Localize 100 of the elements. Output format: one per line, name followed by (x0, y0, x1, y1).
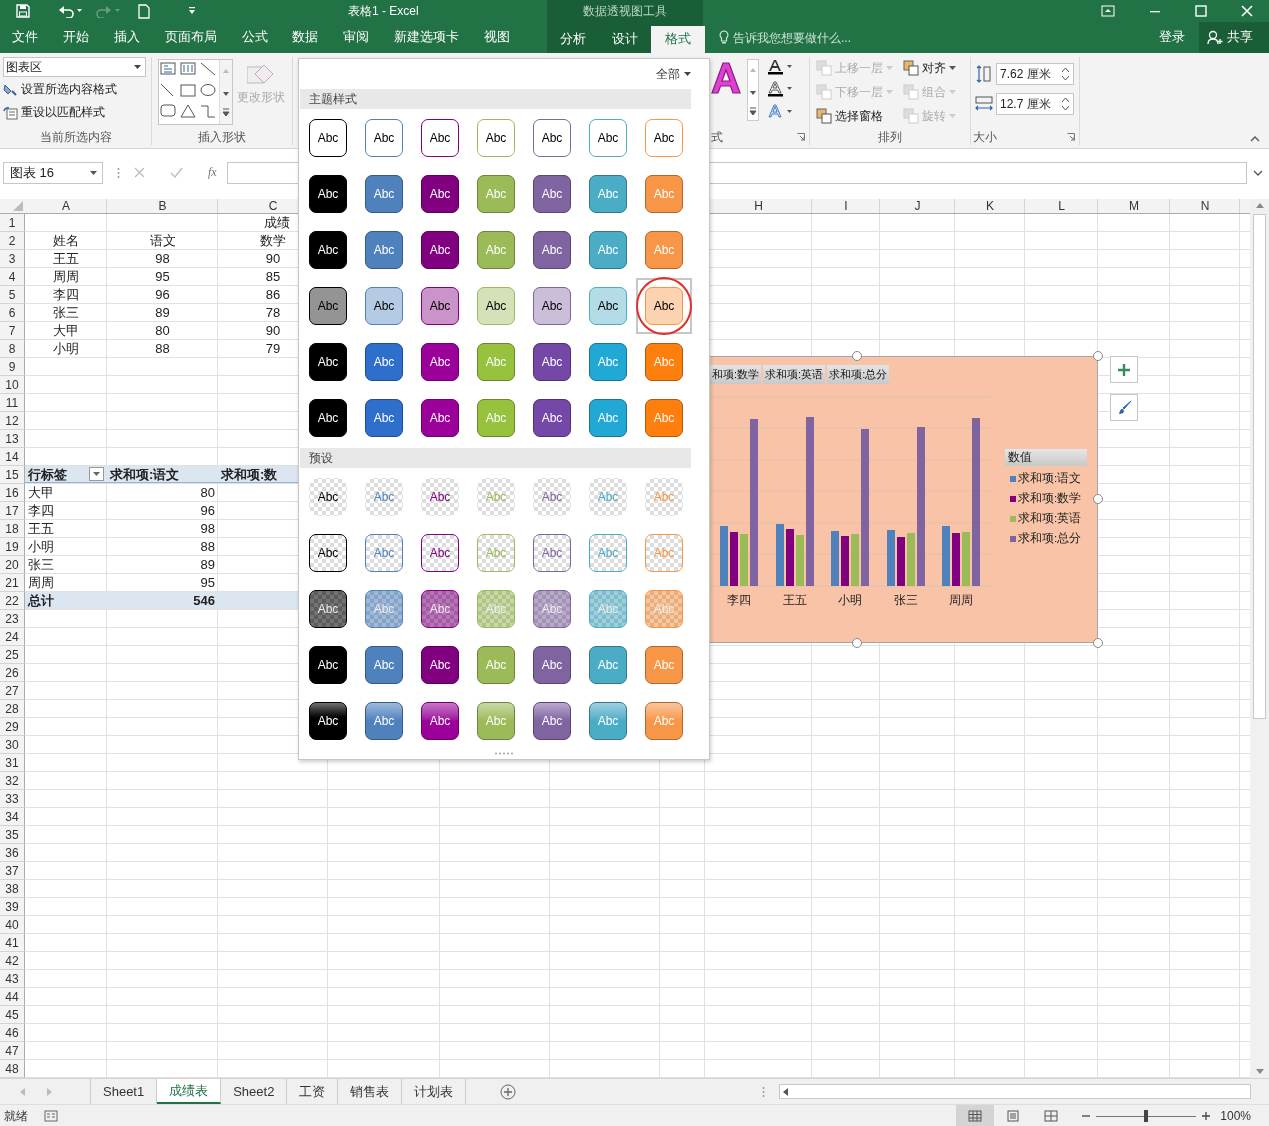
row-header[interactable]: 20 (0, 556, 25, 574)
style-swatch[interactable]: Abc (533, 175, 571, 213)
resize-handle[interactable] (1093, 638, 1103, 648)
row-header[interactable]: 1 (0, 214, 25, 232)
ribbon-tab[interactable]: 公式 (229, 22, 280, 53)
row-header[interactable]: 18 (0, 520, 25, 538)
column-header[interactable]: J (880, 199, 955, 213)
row-header[interactable]: 27 (0, 682, 25, 700)
collapse-ribbon-icon[interactable] (1250, 136, 1260, 142)
style-swatch[interactable]: Abc (365, 287, 403, 325)
field-button[interactable]: 和项:数学 (710, 365, 762, 384)
style-swatch[interactable]: Abc (309, 231, 347, 269)
undo-icon[interactable] (58, 4, 82, 18)
row-header[interactable]: 46 (0, 1024, 25, 1042)
style-swatch[interactable]: Abc (533, 646, 571, 684)
style-swatch[interactable]: Abc (309, 119, 347, 157)
text-effects-icon[interactable] (767, 103, 793, 119)
row-header[interactable]: 8 (0, 340, 25, 358)
style-swatch[interactable]: Abc (533, 399, 571, 437)
row-header[interactable]: 12 (0, 412, 25, 430)
scroll-left-icon[interactable] (783, 1087, 789, 1096)
tell-me-field[interactable]: 告诉我您想要做什么... (733, 22, 893, 53)
customize-caret-icon[interactable] (188, 7, 196, 15)
row-header[interactable]: 36 (0, 844, 25, 862)
ribbon-tab[interactable]: 开始 (50, 22, 102, 53)
insert-function-button[interactable]: fx (208, 165, 217, 180)
text-outline-icon[interactable] (767, 81, 793, 97)
row-header[interactable]: 4 (0, 268, 25, 286)
row-header[interactable]: 43 (0, 970, 25, 988)
style-swatch[interactable]: Abc (421, 478, 459, 516)
shapes-gallery[interactable] (158, 59, 233, 125)
column-header[interactable]: A (25, 199, 107, 213)
row-header[interactable]: 25 (0, 646, 25, 664)
style-swatch[interactable]: Abc (533, 702, 571, 740)
style-swatch[interactable]: Abc (309, 534, 347, 572)
style-swatch[interactable]: Abc (421, 175, 459, 213)
style-swatch[interactable]: Abc (309, 343, 347, 381)
expand-caret-icon[interactable] (1253, 169, 1263, 176)
field-button[interactable]: 求和项:总分 (827, 365, 890, 384)
style-swatch[interactable]: Abc (645, 287, 683, 325)
row-header[interactable]: 41 (0, 934, 25, 952)
style-swatch[interactable]: Abc (365, 646, 403, 684)
save-icon[interactable] (16, 4, 30, 18)
column-header[interactable]: M (1098, 199, 1170, 213)
ribbon-tab[interactable]: 审阅 (330, 22, 382, 53)
close-icon[interactable] (1241, 5, 1253, 17)
vertical-scrollbar[interactable] (1250, 199, 1269, 1078)
row-header[interactable]: 35 (0, 826, 25, 844)
column-header[interactable]: L (1025, 199, 1098, 213)
row-header[interactable]: 33 (0, 790, 25, 808)
resize-handle[interactable] (1093, 351, 1103, 361)
style-swatch[interactable]: Abc (421, 343, 459, 381)
row-header[interactable]: 3 (0, 250, 25, 268)
row-header[interactable]: 42 (0, 952, 25, 970)
chart-styles-button[interactable] (1110, 394, 1138, 421)
maximize-icon[interactable] (1195, 5, 1207, 17)
column-header[interactable]: N (1170, 199, 1240, 213)
row-header[interactable]: 48 (0, 1060, 25, 1078)
column-header[interactable]: K (955, 199, 1025, 213)
normal-view-button[interactable] (956, 1105, 995, 1126)
ribbon-tab[interactable]: 新建选项卡 (381, 22, 472, 53)
row-header[interactable]: 14 (0, 448, 25, 466)
style-swatch[interactable]: Abc (589, 119, 627, 157)
field-button[interactable]: 求和项:英语 (763, 365, 826, 384)
row-header[interactable]: 5 (0, 286, 25, 304)
row-header[interactable]: 22 (0, 592, 25, 610)
format-selection-button[interactable]: 设置所选内容格式 (3, 79, 148, 100)
height-field[interactable]: 7.62 厘米 (996, 63, 1074, 85)
row-header[interactable]: 47 (0, 1042, 25, 1060)
row-header[interactable]: 26 (0, 664, 25, 682)
style-swatch[interactable]: Abc (365, 119, 403, 157)
filter-dropdown[interactable]: 全部 (656, 65, 691, 83)
filter-button[interactable] (89, 467, 104, 481)
row-header[interactable]: 28 (0, 700, 25, 718)
legend-title[interactable]: 数值 (1005, 449, 1087, 466)
style-swatch[interactable]: Abc (309, 399, 347, 437)
row-header[interactable]: 37 (0, 862, 25, 880)
row-header[interactable]: 21 (0, 574, 25, 592)
row-header[interactable]: 19 (0, 538, 25, 556)
sign-in-link[interactable]: 登录 (1159, 29, 1185, 46)
style-swatch[interactable]: Abc (533, 231, 571, 269)
wordart-style-icon[interactable] (709, 59, 743, 97)
ribbon-tab[interactable]: 视图 (471, 22, 523, 53)
row-header[interactable]: 30 (0, 736, 25, 754)
ribbon-tab[interactable]: 分析 (547, 26, 599, 53)
style-swatch[interactable]: Abc (421, 590, 459, 628)
style-swatch[interactable]: Abc (309, 287, 347, 325)
ribbon-tab[interactable]: 页面布局 (152, 22, 230, 53)
row-header[interactable]: 2 (0, 232, 25, 250)
row-header[interactable]: 23 (0, 610, 25, 628)
name-box[interactable]: 图表 16 (3, 161, 103, 184)
column-header[interactable]: B (107, 199, 218, 213)
style-swatch[interactable]: Abc (533, 534, 571, 572)
ribbon-tab[interactable]: 设计 (599, 26, 651, 53)
row-header[interactable]: 40 (0, 916, 25, 934)
resize-handle[interactable] (852, 638, 862, 648)
drag-handle-icon[interactable] (762, 1085, 766, 1098)
resize-handle[interactable] (852, 351, 862, 361)
style-swatch[interactable]: Abc (477, 287, 515, 325)
ribbon-tab[interactable]: 插入 (101, 22, 153, 53)
